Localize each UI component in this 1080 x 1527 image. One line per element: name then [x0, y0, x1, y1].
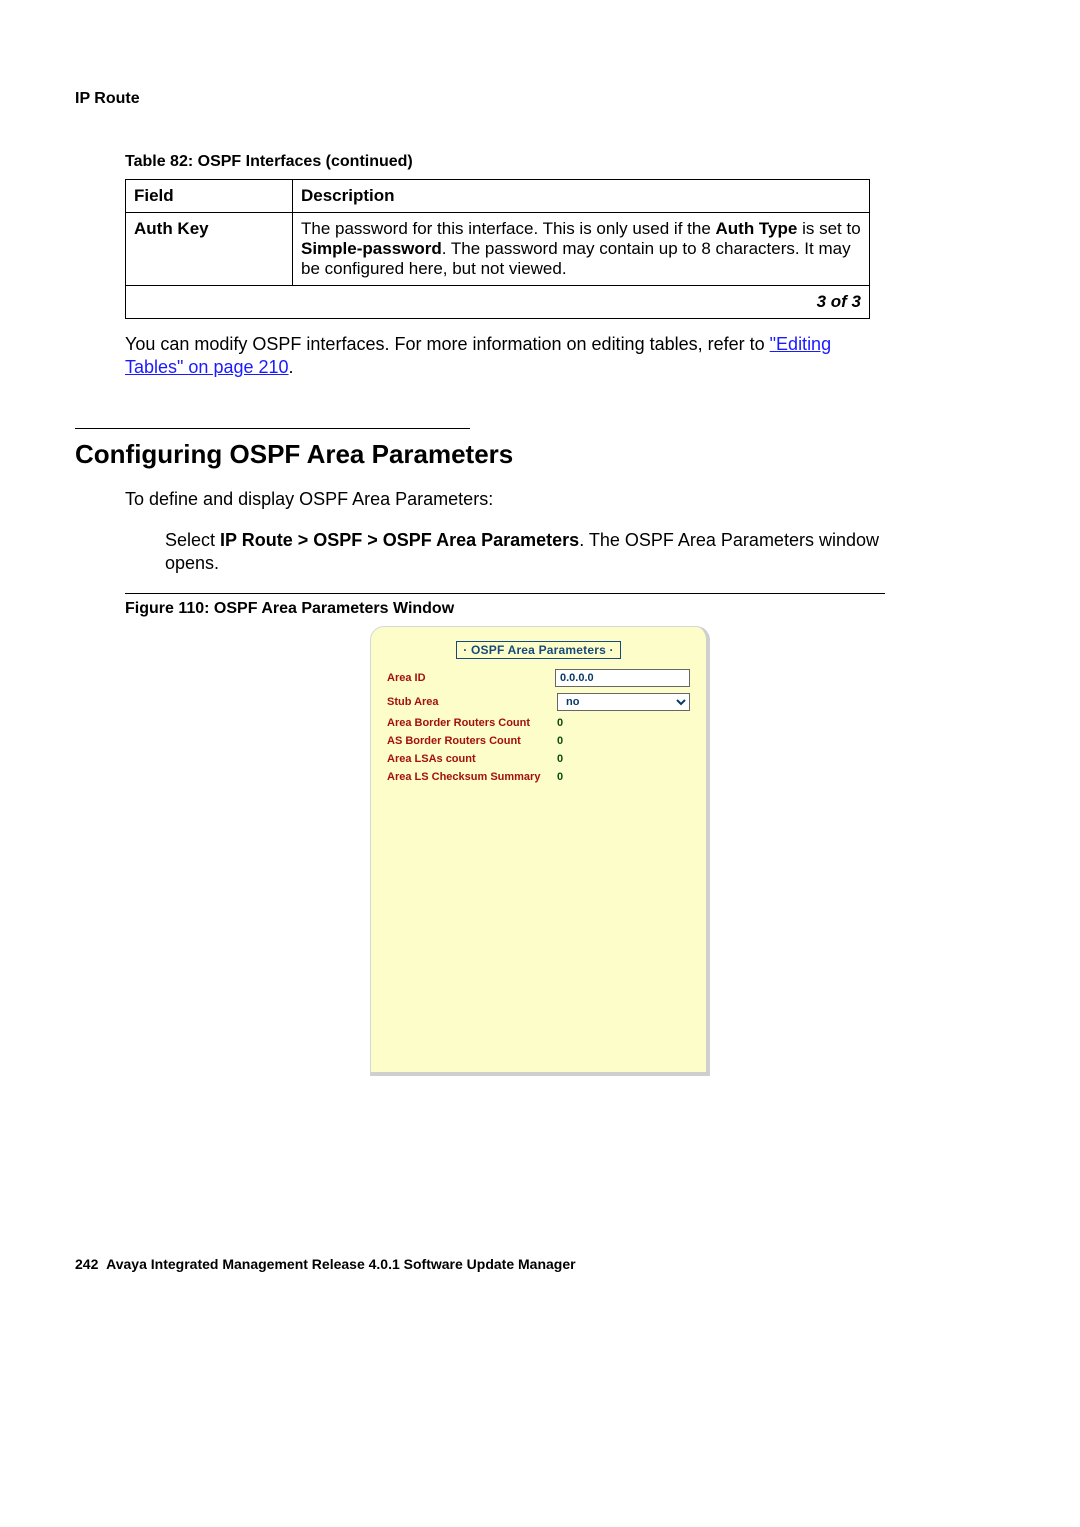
value-ls-checksum: 0: [557, 771, 563, 783]
section-intro: To define and display OSPF Area Paramete…: [125, 488, 885, 511]
section-rule: [75, 428, 470, 429]
page-footer: 242 Avaya Integrated Management Release …: [75, 1256, 1005, 1272]
paragraph-modify-note: You can modify OSPF interfaces. For more…: [125, 333, 885, 378]
ospf-interfaces-table: Field Description Auth Key The password …: [125, 179, 870, 319]
row-abr-count: Area Border Routers Count 0: [387, 717, 690, 729]
area-id-input[interactable]: [555, 669, 690, 687]
cell-description: The password for this interface. This is…: [293, 213, 870, 286]
label-abr-count: Area Border Routers Count: [387, 717, 557, 729]
cell-field: Auth Key: [126, 213, 293, 286]
row-stub-area: Stub Area no: [387, 693, 690, 711]
row-lsa-count: Area LSAs count 0: [387, 753, 690, 765]
figure-caption: Figure 110: OSPF Area Parameters Window: [125, 593, 885, 618]
label-ls-checksum: Area LS Checksum Summary: [387, 771, 557, 783]
label-lsa-count: Area LSAs count: [387, 753, 557, 765]
label-asbr-count: AS Border Routers Count: [387, 735, 557, 747]
label-area-id: Area ID: [387, 672, 555, 684]
row-asbr-count: AS Border Routers Count 0: [387, 735, 690, 747]
ospf-area-parameters-dialog: · OSPF Area Parameters · Area ID Stub Ar…: [370, 626, 710, 1076]
row-ls-checksum: Area LS Checksum Summary 0: [387, 771, 690, 783]
th-description: Description: [293, 180, 870, 213]
row-area-id: Area ID: [387, 669, 690, 687]
running-header: IP Route: [75, 90, 1005, 108]
label-stub-area: Stub Area: [387, 696, 557, 708]
dialog-title: · OSPF Area Parameters ·: [456, 641, 620, 659]
value-asbr-count: 0: [557, 735, 563, 747]
value-abr-count: 0: [557, 717, 563, 729]
value-lsa-count: 0: [557, 753, 563, 765]
stub-area-select[interactable]: no: [557, 693, 690, 711]
table-row: Auth Key The password for this interface…: [126, 213, 870, 286]
section-title: Configuring OSPF Area Parameters: [75, 439, 1005, 470]
section-step: Select IP Route > OSPF > OSPF Area Param…: [165, 529, 885, 576]
table-pager: 3 of 3: [126, 286, 870, 319]
table-caption: Table 82: OSPF Interfaces (continued): [125, 153, 1005, 171]
th-field: Field: [126, 180, 293, 213]
